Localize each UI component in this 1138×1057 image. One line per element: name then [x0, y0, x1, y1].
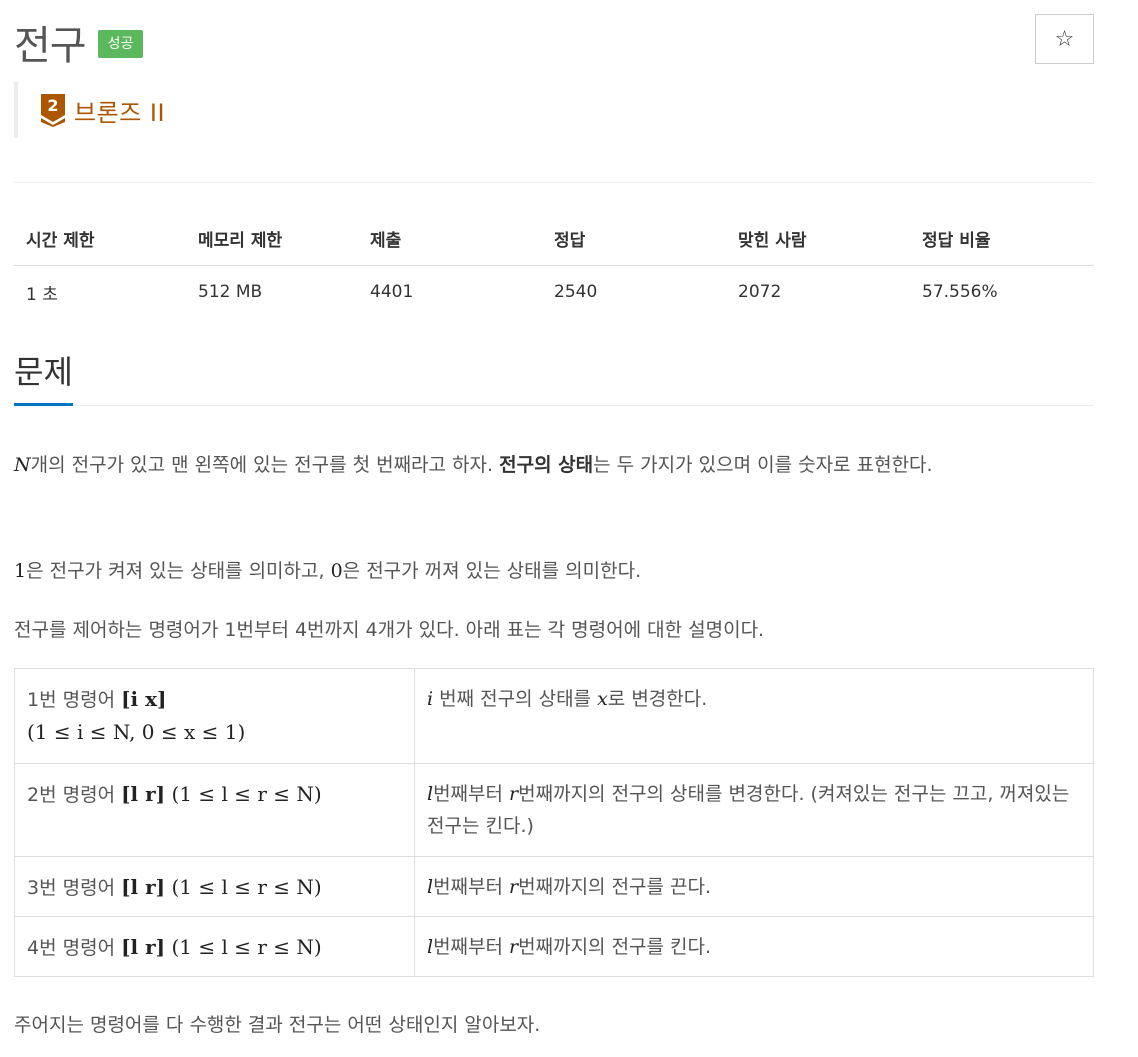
title-row: 전구 성공: [14, 14, 144, 70]
text-span: 번째까지의 전구의 상태를 변경한다. (켜져있는 전구는 끄고, 꺼져있는 전…: [427, 783, 1070, 837]
problem-section-header: 문제: [14, 348, 1094, 406]
math-var: r: [509, 936, 519, 958]
stats-header-row: 시간 제한 메모리 제한 제출 정답 맞힌 사람 정답 비율: [14, 212, 1094, 266]
command-row: 2번 명령어 [l r] (1 ≤ l ≤ r ≤ N) l번째부터 r번째까지…: [14, 763, 1094, 857]
value-accepted[interactable]: 2540: [542, 265, 726, 319]
text-span: 은 전구가 켜져 있는 상태를 의미하고,: [26, 560, 331, 582]
status-badge: 성공: [97, 30, 144, 58]
command-range: (1 ≤ l ≤ r ≤ N): [165, 782, 322, 806]
math-number: 0: [330, 560, 343, 582]
command-description-cell: l번째부터 r번째까지의 전구를 킨다.: [414, 916, 1094, 977]
command-name: 4번 명령어: [27, 937, 122, 959]
command-row: 3번 명령어 [l r] (1 ≤ l ≤ r ≤ N) l번째부터 r번째까지…: [14, 856, 1094, 917]
text-span: 번째부터: [433, 876, 510, 898]
tier-level-number: 2: [47, 96, 58, 115]
description-paragraph-2: 1은 전구가 켜져 있는 상태를 의미하고, 0은 전구가 꺼져 있는 상태를 …: [14, 549, 1094, 594]
command-args: [l r]: [121, 782, 166, 806]
tier-block: 2 브론즈 II: [14, 82, 165, 138]
text-span: 는 두 가지가 있으며 이를 숫자로 표현한다.: [593, 454, 933, 476]
star-icon: ☆: [1054, 26, 1075, 52]
command-description-cell: i 번째 전구의 상태를 x로 변경한다.: [414, 668, 1094, 764]
text-span: 개의 전구가 있고 맨 왼쪽에 있는 전구를 첫 번째라고 하자.: [30, 454, 500, 476]
command-row: 4번 명령어 [l r] (1 ≤ l ≤ r ≤ N) l번째부터 r번째까지…: [14, 916, 1094, 977]
text-span: 번째부터: [433, 783, 510, 805]
header-submissions: 제출: [358, 212, 542, 266]
command-args: [l r]: [121, 875, 166, 899]
text-span: 번째까지의 전구를 끈다.: [518, 876, 712, 898]
text-span: 은 전구가 꺼져 있는 상태를 의미한다.: [342, 560, 642, 582]
command-name: 2번 명령어: [27, 784, 122, 806]
command-args: [l r]: [121, 935, 166, 959]
math-var: r: [509, 783, 519, 805]
command-table: 1번 명령어 [i x] (1 ≤ i ≤ N, 0 ≤ x ≤ 1) i 번째…: [14, 668, 1094, 977]
math-number: 1: [14, 560, 27, 582]
problem-title: 전구: [14, 23, 87, 69]
command-range: (1 ≤ l ≤ r ≤ N): [165, 935, 322, 959]
section-title: 문제: [14, 348, 73, 406]
value-submissions[interactable]: 4401: [358, 265, 542, 319]
value-accept-ratio: 57.556%: [922, 282, 998, 303]
command-cell: 2번 명령어 [l r] (1 ≤ l ≤ r ≤ N): [14, 763, 415, 857]
header-memory-limit: 메모리 제한: [186, 212, 358, 266]
header-accept-ratio: 정답 비율: [910, 212, 1094, 266]
math-var: N: [14, 454, 31, 476]
math-var: r: [509, 876, 519, 898]
command-args: [i x]: [121, 687, 167, 711]
command-description-cell: l번째부터 r번째까지의 전구의 상태를 변경한다. (켜져있는 전구는 끄고,…: [414, 763, 1094, 857]
bold-text: 전구의 상태: [499, 454, 594, 476]
command-cell: 4번 명령어 [l r] (1 ≤ l ≤ r ≤ N): [14, 916, 415, 977]
divider: [14, 182, 1094, 183]
header-time-limit: 시간 제한: [14, 212, 186, 266]
command-range: (1 ≤ i ≤ N, 0 ≤ x ≤ 1): [27, 720, 246, 744]
math-var: x: [597, 688, 608, 710]
text-span: 번째 전구의 상태를: [433, 688, 598, 710]
header-solved-users: 맞힌 사람: [726, 212, 910, 266]
favorite-star-button[interactable]: ☆: [1035, 14, 1094, 64]
problem-info-table: 시간 제한 메모리 제한 제출 정답 맞힌 사람 정답 비율 1 초 512 M…: [14, 212, 1094, 319]
description-paragraph-1: N개의 전구가 있고 맨 왼쪽에 있는 전구를 첫 번째라고 하자. 전구의 상…: [14, 443, 1094, 488]
text-span: 로 변경한다.: [607, 688, 708, 710]
value-solved-users[interactable]: 2072: [726, 265, 910, 319]
command-description-cell: l번째부터 r번째까지의 전구를 끈다.: [414, 856, 1094, 917]
command-cell: 1번 명령어 [i x] (1 ≤ i ≤ N, 0 ≤ x ≤ 1): [14, 668, 415, 764]
stats-value-row: 1 초 512 MB 4401 2540 2072 57.556%: [14, 265, 1094, 319]
command-name: 3번 명령어: [27, 877, 122, 899]
command-range: (1 ≤ l ≤ r ≤ N): [165, 875, 322, 899]
command-name: 1번 명령어: [27, 689, 122, 711]
tier-label-link[interactable]: 브론즈 II: [74, 93, 165, 128]
command-cell: 3번 명령어 [l r] (1 ≤ l ≤ r ≤ N): [14, 856, 415, 917]
description-paragraph-3: 전구를 제어하는 명령어가 1번부터 4번까지 4개가 있다. 아래 표는 각 …: [14, 619, 765, 641]
command-row: 1번 명령어 [i x] (1 ≤ i ≤ N, 0 ≤ x ≤ 1) i 번째…: [14, 668, 1094, 764]
value-memory-limit: 512 MB: [198, 282, 263, 303]
header-accepted: 정답: [542, 212, 726, 266]
text-span: 번째까지의 전구를 킨다.: [518, 936, 712, 958]
text-span: 번째부터: [433, 936, 510, 958]
bronze-tier-icon[interactable]: 2: [40, 93, 66, 127]
description-paragraph-4: 주어지는 명령어를 다 수행한 결과 전구는 어떤 상태인지 알아보자.: [14, 1014, 541, 1036]
value-time-limit: 1 초: [26, 284, 58, 305]
